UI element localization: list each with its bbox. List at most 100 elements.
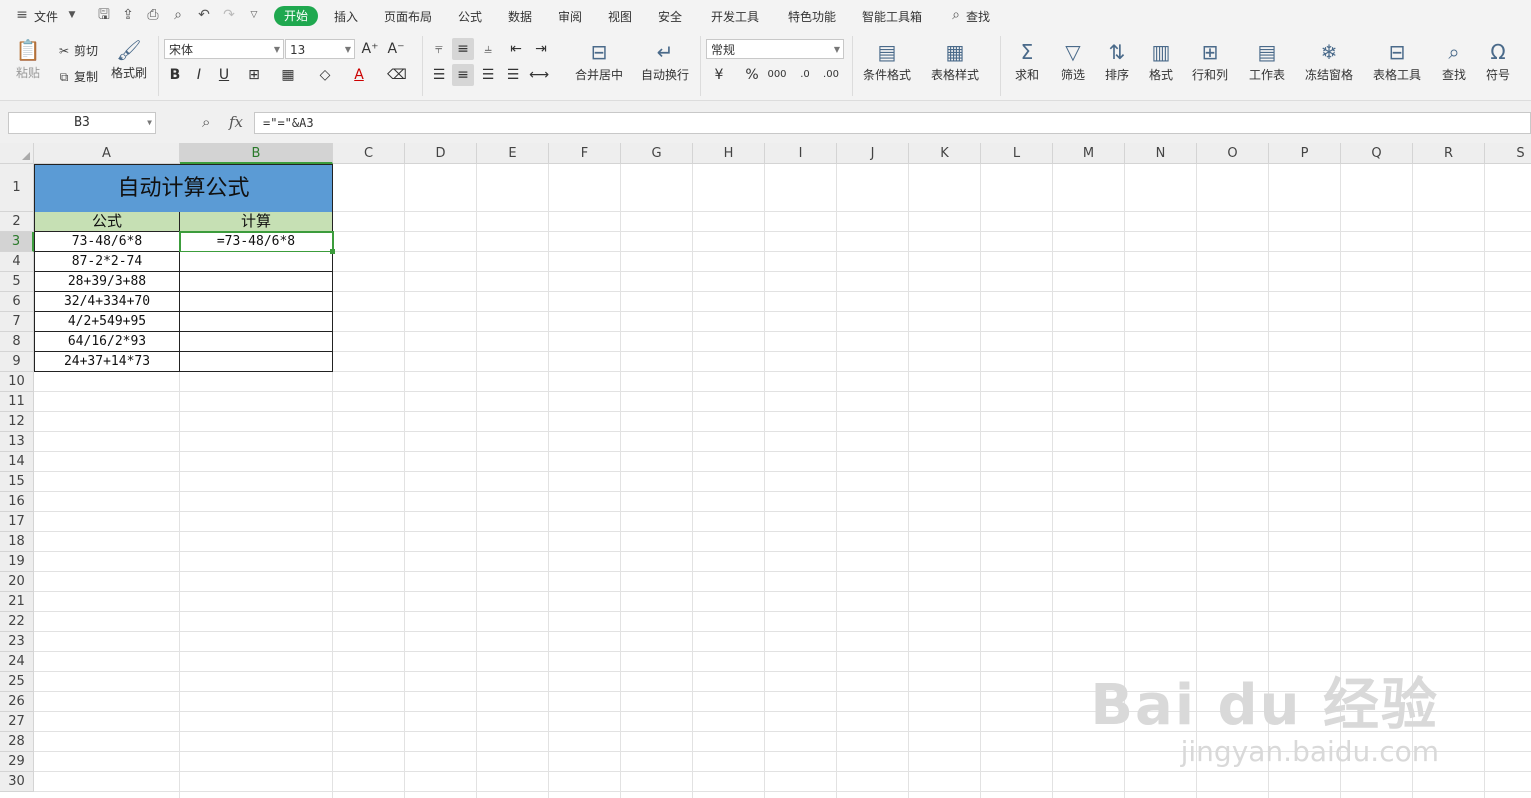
row-header-17[interactable]: 17 bbox=[0, 512, 34, 532]
indent-icon[interactable]: ⇥ bbox=[530, 38, 552, 60]
header-cell-formula[interactable]: 公式 bbox=[34, 212, 180, 232]
customize-toolbar-icon[interactable]: ▽ bbox=[246, 7, 262, 23]
fill-handle[interactable] bbox=[330, 249, 335, 254]
cell-calc[interactable] bbox=[180, 312, 333, 332]
file-menu[interactable]: 文件 bbox=[34, 8, 58, 25]
header-cell-calc[interactable]: 计算 bbox=[180, 212, 333, 232]
merge-center-button[interactable]: ⊟ 合并居中 bbox=[568, 40, 630, 83]
tab-special-features[interactable]: 特色功能 bbox=[788, 8, 836, 25]
cell-formula[interactable]: 64/16/2*93 bbox=[34, 332, 180, 352]
share-icon[interactable]: ⇪ bbox=[120, 7, 136, 23]
outdent-icon[interactable]: ⇤ bbox=[505, 38, 527, 60]
hamburger-menu-icon[interactable]: ≡ bbox=[14, 7, 30, 23]
fx-icon[interactable]: fx bbox=[229, 113, 243, 131]
column-header-h[interactable]: H bbox=[693, 143, 765, 164]
decrease-decimal-icon[interactable]: .00 bbox=[820, 64, 842, 86]
row-header-22[interactable]: 22 bbox=[0, 612, 34, 632]
cell-formula[interactable]: 4/2+549+95 bbox=[34, 312, 180, 332]
row-header-21[interactable]: 21 bbox=[0, 592, 34, 612]
tab-page-layout[interactable]: 页面布局 bbox=[384, 8, 432, 25]
row-header-16[interactable]: 16 bbox=[0, 492, 34, 512]
fill-color-icon[interactable]: ◇ bbox=[314, 64, 336, 86]
undo-icon[interactable]: ↶ bbox=[196, 7, 212, 23]
freeze-panes-button[interactable]: ❄ 冻结窗格 bbox=[1298, 40, 1360, 83]
decrease-font-icon[interactable]: A⁻ bbox=[385, 38, 407, 60]
font-color-icon[interactable]: A bbox=[348, 64, 370, 86]
column-header-d[interactable]: D bbox=[405, 143, 477, 164]
print-icon[interactable]: ⎙ bbox=[145, 7, 161, 23]
row-header-14[interactable]: 14 bbox=[0, 452, 34, 472]
tab-developer[interactable]: 开发工具 bbox=[711, 8, 759, 25]
row-header-9[interactable]: 9 bbox=[0, 352, 34, 372]
name-box[interactable]: B3 ▼ bbox=[8, 112, 156, 134]
row-header-15[interactable]: 15 bbox=[0, 472, 34, 492]
currency-icon[interactable]: ¥ bbox=[708, 64, 730, 86]
tab-security[interactable]: 安全 bbox=[658, 8, 682, 25]
select-all-corner[interactable] bbox=[0, 143, 34, 164]
align-bottom-icon[interactable]: ⫨ bbox=[477, 38, 499, 60]
column-header-o[interactable]: O bbox=[1197, 143, 1269, 164]
tab-home[interactable]: 开始 bbox=[274, 6, 318, 26]
cell-calc[interactable] bbox=[180, 272, 333, 292]
row-header-1[interactable]: 1 bbox=[0, 164, 34, 212]
font-name-select[interactable]: 宋体 ▼ bbox=[164, 39, 284, 59]
align-top-icon[interactable]: ⫧ bbox=[428, 38, 450, 60]
row-header-26[interactable]: 26 bbox=[0, 692, 34, 712]
align-middle-icon[interactable]: ≡ bbox=[452, 38, 474, 60]
cell-formula[interactable]: 28+39/3+88 bbox=[34, 272, 180, 292]
tab-smart-toolbox[interactable]: 智能工具箱 bbox=[862, 8, 922, 25]
sheet-title-cell[interactable]: 自动计算公式 bbox=[34, 164, 333, 213]
chevron-down-icon[interactable]: ▼ bbox=[64, 7, 80, 23]
format-button[interactable]: ▥ 格式 bbox=[1142, 40, 1180, 83]
row-header-11[interactable]: 11 bbox=[0, 392, 34, 412]
eraser-icon[interactable]: ⌫ bbox=[386, 64, 408, 86]
sort-button[interactable]: ⇅ 排序 bbox=[1098, 40, 1136, 83]
cell-calc[interactable] bbox=[180, 252, 333, 272]
row-header-12[interactable]: 12 bbox=[0, 412, 34, 432]
tab-data[interactable]: 数据 bbox=[508, 8, 532, 25]
row-header-30[interactable]: 30 bbox=[0, 772, 34, 792]
row-header-5[interactable]: 5 bbox=[0, 272, 34, 292]
row-header-8[interactable]: 8 bbox=[0, 332, 34, 352]
column-header-m[interactable]: M bbox=[1053, 143, 1125, 164]
column-header-i[interactable]: I bbox=[765, 143, 837, 164]
row-header-29[interactable]: 29 bbox=[0, 752, 34, 772]
row-header-3[interactable]: 3 bbox=[0, 232, 34, 252]
formula-input[interactable]: ="="&A3 bbox=[254, 112, 1531, 134]
row-header-2[interactable]: 2 bbox=[0, 212, 34, 232]
distribute-icon[interactable]: ⟷ bbox=[528, 64, 550, 86]
redo-icon[interactable]: ↷ bbox=[221, 7, 237, 23]
border-icon[interactable]: ⊞ bbox=[243, 64, 265, 86]
tab-review[interactable]: 审阅 bbox=[558, 8, 582, 25]
row-header-24[interactable]: 24 bbox=[0, 652, 34, 672]
zoom-icon[interactable]: ⌕ bbox=[202, 113, 210, 131]
search-icon[interactable]: ⌕ bbox=[948, 7, 964, 23]
column-header-k[interactable]: K bbox=[909, 143, 981, 164]
column-header-n[interactable]: N bbox=[1125, 143, 1197, 164]
column-header-e[interactable]: E bbox=[477, 143, 549, 164]
row-header-27[interactable]: 27 bbox=[0, 712, 34, 732]
column-header-p[interactable]: P bbox=[1269, 143, 1341, 164]
column-header-s[interactable]: S bbox=[1485, 143, 1531, 164]
column-header-j[interactable]: J bbox=[837, 143, 909, 164]
search-label[interactable]: 查找 bbox=[966, 8, 990, 25]
tab-insert[interactable]: 插入 bbox=[334, 8, 358, 25]
tab-view[interactable]: 视图 bbox=[608, 8, 632, 25]
row-header-28[interactable]: 28 bbox=[0, 732, 34, 752]
thousands-icon[interactable]: 000 bbox=[766, 64, 788, 86]
save-icon[interactable]: 🖫 bbox=[96, 7, 112, 23]
row-header-13[interactable]: 13 bbox=[0, 432, 34, 452]
cell-calc[interactable] bbox=[180, 332, 333, 352]
column-header-a[interactable]: A bbox=[34, 143, 180, 164]
copy-button[interactable]: ⧉ 复制 bbox=[56, 68, 98, 85]
row-header-7[interactable]: 7 bbox=[0, 312, 34, 332]
tab-formulas[interactable]: 公式 bbox=[458, 8, 482, 25]
row-header-18[interactable]: 18 bbox=[0, 532, 34, 552]
row-header-10[interactable]: 10 bbox=[0, 372, 34, 392]
find-button[interactable]: ⌕ 查找 bbox=[1434, 40, 1474, 83]
symbol-button[interactable]: Ω 符号 bbox=[1478, 40, 1518, 83]
format-painter-button[interactable]: 🖌 格式刷 bbox=[108, 38, 150, 81]
row-header-20[interactable]: 20 bbox=[0, 572, 34, 592]
sum-button[interactable]: Σ 求和 bbox=[1008, 40, 1046, 83]
row-col-button[interactable]: ⊞ 行和列 bbox=[1186, 40, 1234, 83]
